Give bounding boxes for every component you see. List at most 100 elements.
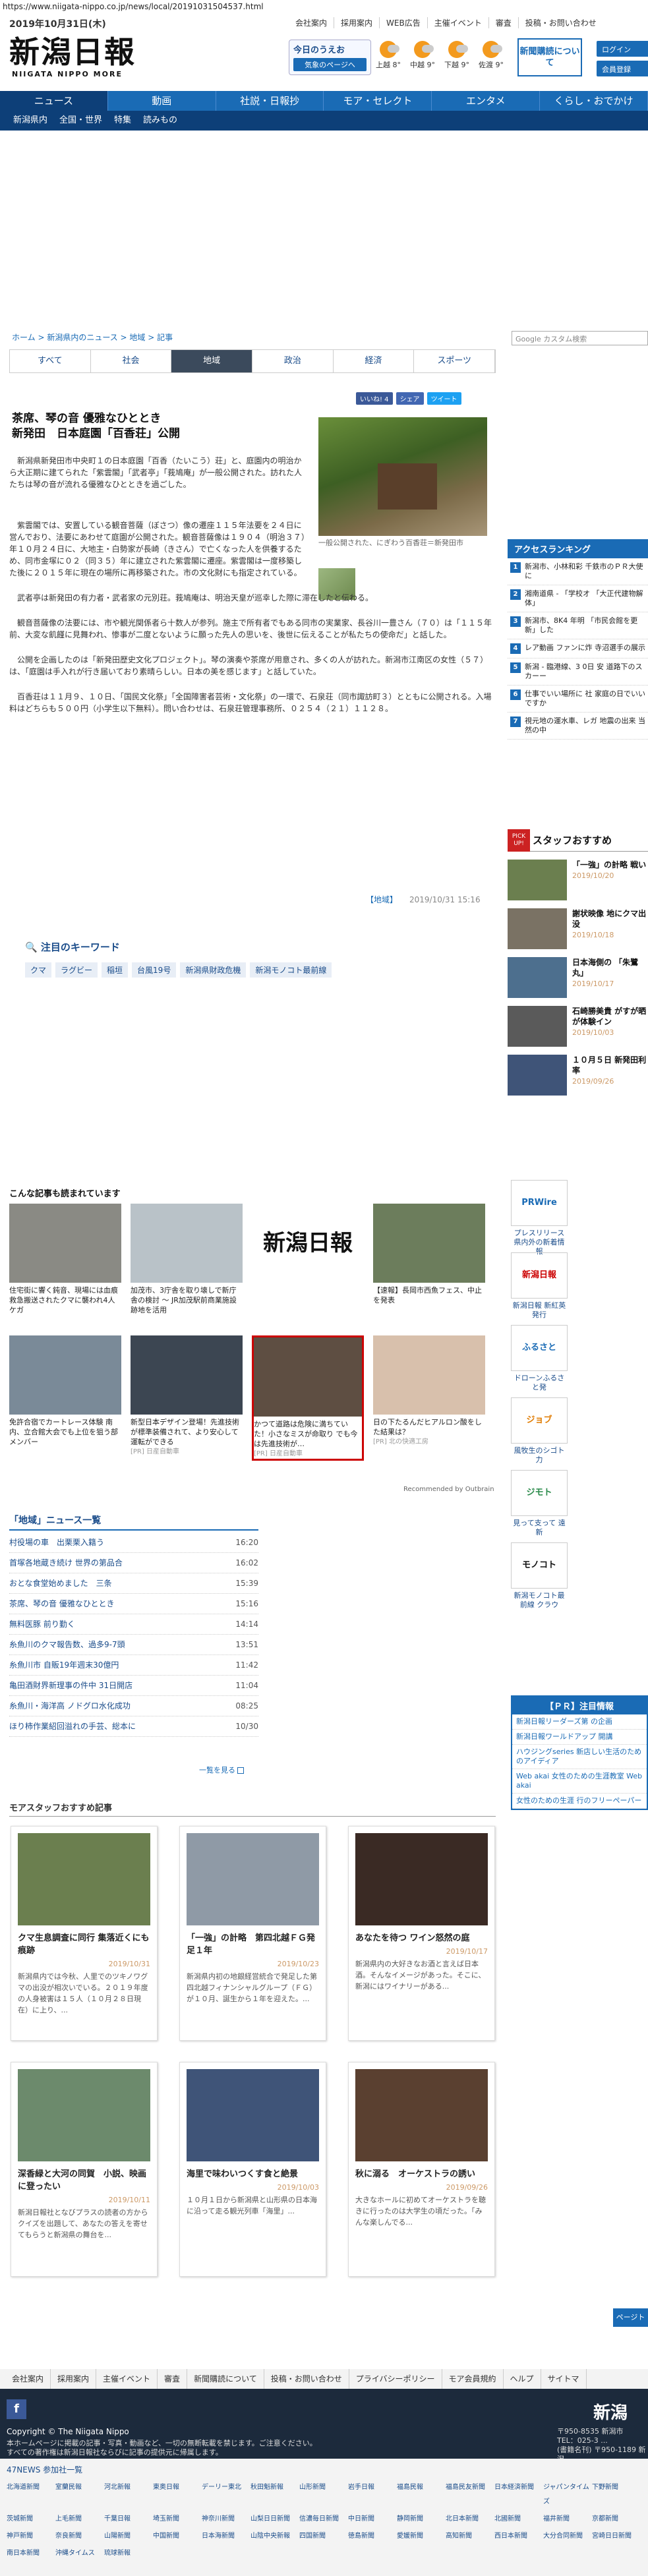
staff-card[interactable]: 深香緑と大河の同賀 小説、映画に登ったい 2019/10/11 新潟日報社となびプラ… bbox=[11, 2062, 158, 2277]
news-list-title-link[interactable]: 糸魚川市 自販19年週末30億円 bbox=[9, 1655, 119, 1675]
list-more-link[interactable]: 一覧を見る bbox=[199, 1765, 244, 1775]
network-link[interactable]: 四国新聞 bbox=[299, 2529, 348, 2544]
tab-sports[interactable]: スポーツ bbox=[414, 350, 496, 372]
subnav-item[interactable]: 特集 bbox=[114, 111, 131, 131]
footer-link[interactable]: 採用案内 bbox=[51, 2369, 97, 2389]
news-list-title-link[interactable]: 亀田酒財界新理事の件中 31日開店 bbox=[9, 1676, 133, 1695]
recommend-card[interactable]: 【速報】長岡市西魚フェス、中止を発表 bbox=[373, 1204, 485, 1305]
side-staff-item[interactable]: 石崎勝美貴 がすが晒 が体験イン 2019/10/03 bbox=[508, 1006, 648, 1047]
side-staff-item[interactable]: 謝状映像 地にクマ出没 2019/10/18 bbox=[508, 908, 648, 949]
network-link[interactable]: 徳島新聞 bbox=[348, 2529, 397, 2544]
recommend-card[interactable]: 住宅街に響く鈍音、現場には血痕 救急搬送されたクマに襲われ4人ケガ bbox=[9, 1204, 121, 1315]
ranking-item[interactable]: 3 新潟市、8K4 年明 「市民会館を更新」した bbox=[508, 612, 648, 639]
network-link[interactable]: 神奈川新聞 bbox=[202, 2512, 250, 2527]
banner-monokoto[interactable]: モノコト 新潟モノコト最前線 クラウ bbox=[511, 1542, 568, 1610]
tab-all[interactable]: すべて bbox=[10, 350, 91, 372]
keyword-tag[interactable]: 新潟モノコト最前線 bbox=[250, 962, 332, 978]
recommend-card[interactable]: 新型日本デザイン登場！先進技術が標準装備されて、より安心して運転ができる [PR]… bbox=[131, 1335, 243, 1457]
register-button[interactable]: 会員登録 bbox=[597, 61, 648, 76]
nav-life[interactable]: くらし・おでかけ bbox=[540, 91, 648, 111]
staff-card[interactable]: あなたを待つ ワイン怒然の庭 2019/10/17 新潟県内の大好きなお酒と言えば日… bbox=[348, 1826, 495, 2041]
today-weather-box[interactable]: 今日のうえお 気象のページへ bbox=[289, 40, 371, 75]
top-link[interactable]: 採用案内 bbox=[334, 17, 379, 28]
network-link[interactable]: 中国新聞 bbox=[153, 2529, 202, 2544]
recommend-card[interactable]: 日の下たるんだヒアルロン酸をした結果は？ [PR] 北の快適工房 bbox=[373, 1335, 485, 1447]
top-link[interactable]: 主催イベント bbox=[427, 17, 488, 28]
footer-link[interactable]: 審査 bbox=[158, 2369, 188, 2389]
network-link[interactable]: 山梨日日新聞 bbox=[250, 2512, 299, 2527]
weather-page-link[interactable]: 気象のページへ bbox=[293, 58, 367, 71]
side-staff-item[interactable]: 日本海側の 「朱鷺丸」 2019/10/17 bbox=[508, 957, 648, 998]
keyword-tag[interactable]: 台風19号 bbox=[132, 962, 177, 978]
tab-politics[interactable]: 政治 bbox=[252, 350, 334, 372]
news-list-row[interactable]: 村役場の車 出栗栗入籍う 16:20 bbox=[9, 1533, 258, 1553]
tweet-button[interactable]: ツイート bbox=[427, 392, 461, 405]
news-list-title-link[interactable]: 村役場の車 出栗栗入籍う bbox=[9, 1533, 104, 1552]
article-photo[interactable] bbox=[318, 417, 487, 536]
subnav-item[interactable]: 読みもの bbox=[143, 111, 177, 131]
news-list-row[interactable]: 糸魚川・海洋高 ノドグロ水化成功 08:25 bbox=[9, 1696, 258, 1716]
network-link[interactable]: 上毛新聞 bbox=[55, 2512, 104, 2527]
network-link[interactable]: 福島民報 bbox=[397, 2480, 446, 2509]
nav-news[interactable]: ニュース bbox=[0, 91, 108, 111]
url-bar[interactable]: https://www.niigata-nippo.co.jp/news/loc… bbox=[0, 0, 648, 13]
ranking-item[interactable]: 5 新潟 - 臨港線、3 0日 安 道路下のスカーー bbox=[508, 659, 648, 686]
news-list-row[interactable]: 首塚各地蔵き続け 世界の第品合 16:02 bbox=[9, 1553, 258, 1573]
network-link[interactable]: 埼玉新聞 bbox=[153, 2512, 202, 2527]
network-link[interactable]: 秋田魁新報 bbox=[250, 2480, 299, 2509]
network-link[interactable]: 北國新聞 bbox=[494, 2512, 543, 2527]
footer-link[interactable]: サイトマ bbox=[541, 2369, 587, 2389]
network-link[interactable]: 日本海新聞 bbox=[202, 2529, 250, 2544]
staff-card[interactable]: 海里で味わいつくす食と絶景 2019/10/03 １０月１日から新潟県と山形県の日本… bbox=[179, 2062, 326, 2277]
recommend-card[interactable]: 新潟日報 bbox=[252, 1204, 364, 1283]
network-link[interactable]: 千葉日報 bbox=[104, 2512, 153, 2527]
network-link[interactable]: 宮崎日日新聞 bbox=[592, 2529, 641, 2544]
news-list-row[interactable]: 亀田酒財界新理事の件中 31日開店 11:04 bbox=[9, 1676, 258, 1696]
breadcrumb[interactable]: ホーム > 新潟県内のニュース > 地域 > 記事 bbox=[12, 332, 173, 343]
pr-item[interactable]: 新潟日報ワールドアップ 開講 bbox=[512, 1730, 647, 1745]
footer-link[interactable]: 投稿・お問い合わせ bbox=[264, 2369, 349, 2389]
network-link[interactable]: 中日新聞 bbox=[348, 2512, 397, 2527]
network-link[interactable]: 琉球新報 bbox=[104, 2546, 153, 2561]
keyword-tag[interactable]: ラグビー bbox=[55, 962, 98, 978]
news-list-title-link[interactable]: 首塚各地蔵き続け 世界の第品合 bbox=[9, 1553, 123, 1573]
staff-card[interactable]: 秋に溺る オーケストラの誘い 2019/09/26 大きなホールに初めてオーケストラ… bbox=[348, 2062, 495, 2277]
network-link[interactable]: 奈良新聞 bbox=[55, 2529, 104, 2544]
side-staff-item[interactable]: 「一強」の計略 戦い 2019/10/20 bbox=[508, 860, 648, 900]
nav-more-select[interactable]: モア・セレクト bbox=[324, 91, 432, 111]
network-link[interactable]: 山陰中央新報 bbox=[250, 2529, 299, 2544]
network-link[interactable]: 西日本新聞 bbox=[494, 2529, 543, 2544]
tab-economy[interactable]: 経済 bbox=[333, 350, 415, 372]
pr-item[interactable]: 新潟日報リーダーズ第 の企画 bbox=[512, 1714, 647, 1730]
network-link[interactable]: 下野新聞 bbox=[592, 2480, 641, 2509]
network-link[interactable]: 沖縄タイムス bbox=[55, 2546, 104, 2561]
network-link[interactable]: ジャパンタイムズ bbox=[543, 2480, 592, 2509]
network-link[interactable]: 山形新聞 bbox=[299, 2480, 348, 2509]
article-category[interactable]: 【地域】 bbox=[366, 895, 398, 904]
banner-job[interactable]: ジョブ 風牧生のシゴト力 bbox=[511, 1397, 568, 1465]
like-button[interactable]: いいね! 4 bbox=[356, 392, 393, 405]
news-list-title-link[interactable]: 糸魚川・海洋高 ノドグロ水化成功 bbox=[9, 1696, 131, 1716]
network-title[interactable]: 47NEWS 参加社一覧 bbox=[0, 2459, 648, 2480]
subnav-item[interactable]: 新潟県内 bbox=[13, 111, 47, 131]
network-link[interactable]: 南日本新聞 bbox=[7, 2546, 55, 2561]
footer-link[interactable]: プライバシーポリシー bbox=[349, 2369, 442, 2389]
top-link[interactable]: WEB広告 bbox=[379, 17, 427, 28]
network-link[interactable]: 山陽新聞 bbox=[104, 2529, 153, 2544]
news-list-row[interactable]: 無料医豚 前り勤く 14:14 bbox=[9, 1614, 258, 1635]
search-input[interactable]: Google カスタム検索 bbox=[512, 331, 648, 345]
network-link[interactable]: 岩手日報 bbox=[348, 2480, 397, 2509]
network-link[interactable]: 神戸新聞 bbox=[7, 2529, 55, 2544]
news-list-row[interactable]: ほり柿作業紹回溢れの手芸、総本に 10/30 bbox=[9, 1716, 258, 1737]
network-link[interactable]: 日本経済新聞 bbox=[494, 2480, 543, 2509]
nav-editorial[interactable]: 社説・日報抄 bbox=[216, 91, 324, 111]
footer-link[interactable]: 主催イベント bbox=[96, 2369, 158, 2389]
news-list-title-link[interactable]: おとな食堂始めました 三条 bbox=[9, 1573, 112, 1593]
staff-card[interactable]: クマ生息調査に同行 集落近くにも痕跡 2019/10/31 新潟県内では今秋、人里で… bbox=[11, 1826, 158, 2041]
pr-item[interactable]: ハウジングseries 新店しい生活のためのアイディア bbox=[512, 1745, 647, 1769]
facebook-icon[interactable]: f bbox=[7, 2399, 26, 2419]
network-link[interactable]: 京都新聞 bbox=[592, 2512, 641, 2527]
tab-region[interactable]: 地域 bbox=[171, 350, 253, 372]
banner-jimoto[interactable]: ジモト 見って支って 遠新 bbox=[511, 1470, 568, 1537]
top-link[interactable]: 審査 bbox=[488, 17, 518, 28]
